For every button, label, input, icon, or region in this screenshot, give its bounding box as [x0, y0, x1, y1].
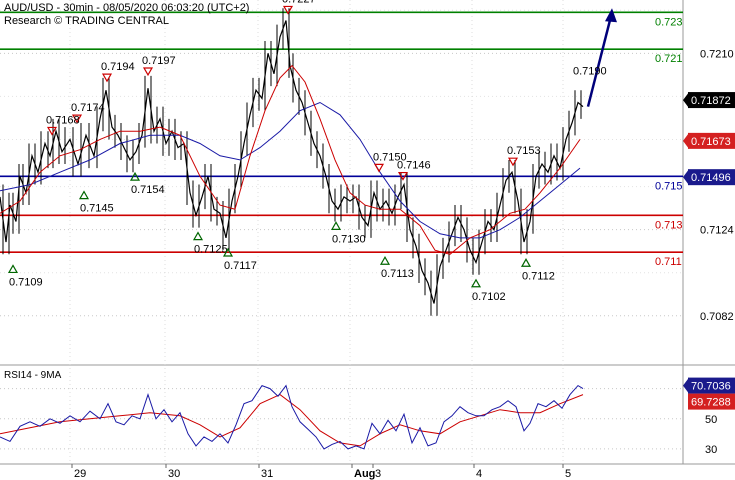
trough-label: 0.7109 — [9, 276, 43, 288]
peak-label: 0.7153 — [507, 145, 541, 157]
slow-ma-tag-text: 0.71496 — [691, 172, 731, 184]
trough-label: 0.7154 — [131, 184, 165, 196]
trough-label: 0.7112 — [522, 270, 555, 282]
price-label: 0.7190 — [573, 65, 607, 77]
level-label-0.713: 0.713 — [655, 219, 683, 231]
current-price-tag-text: 0.71872 — [691, 95, 731, 107]
time-label: 5 — [565, 468, 571, 480]
price-tick-label: 0.7210 — [700, 48, 734, 60]
peak-label: 0.7197 — [142, 55, 176, 67]
time-label: 3 — [375, 468, 381, 480]
trough-label: 0.7130 — [332, 233, 366, 245]
trough-label: 0.7113 — [381, 268, 414, 280]
trough-label: 0.7117 — [224, 260, 257, 272]
peak-label: 0.7168 — [46, 114, 80, 126]
peak-label: 0.7227 — [282, 0, 316, 5]
level-label-0.723: 0.723 — [655, 16, 683, 28]
time-label: 29 — [74, 468, 86, 480]
level-label-0.711: 0.711 — [655, 256, 682, 268]
price-tick-label: 0.7082 — [700, 311, 734, 323]
rsi-title: RSI14 - 9MA — [4, 370, 62, 381]
time-label: 31 — [261, 468, 273, 480]
rsi-ma-tag-text: 69.7288 — [691, 397, 731, 409]
rsi-tick-label: 50 — [705, 414, 717, 426]
forex-chart: 0.723 0.721 0.715 0.713 0.711 0.7227 0.7197 0.… — [0, 0, 735, 480]
rsi-value-tag-text: 70.7036 — [691, 381, 731, 393]
rsi-tick-label: 30 — [705, 444, 717, 456]
level-label-0.721: 0.721 — [655, 53, 683, 65]
time-label: 30 — [168, 468, 180, 480]
peak-label: 0.7146 — [397, 160, 431, 172]
level-label-0.715: 0.715 — [655, 180, 683, 192]
trough-label: 0.7145 — [80, 203, 114, 215]
peak-label: 0.7174 — [71, 102, 105, 114]
trough-label: 0.7125 — [194, 244, 228, 256]
chart-title: AUD/USD - 30min - 08/05/2020 06:03:20 (U… — [4, 2, 249, 14]
fast-ma-tag-text: 0.71673 — [691, 136, 731, 148]
time-label: 4 — [476, 468, 482, 480]
trough-label: 0.7102 — [472, 291, 506, 303]
price-tick-label: 0.7124 — [700, 225, 734, 237]
chart-subtitle: Research © TRADING CENTRAL — [4, 15, 169, 27]
time-label: Aug — [354, 468, 375, 480]
peak-label: 0.7194 — [101, 61, 135, 73]
